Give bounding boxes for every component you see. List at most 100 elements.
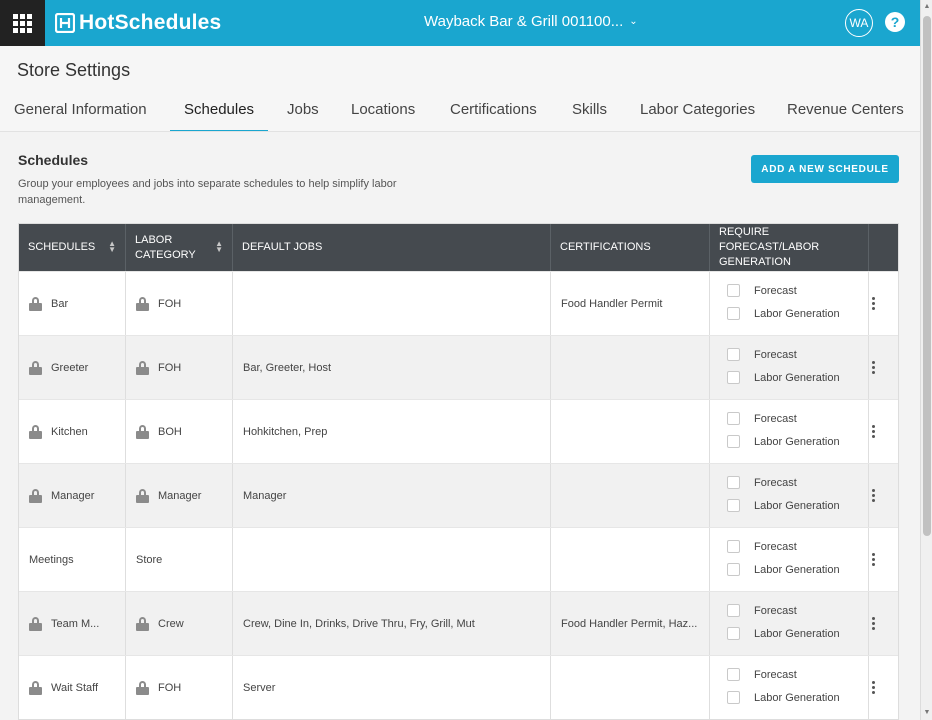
labor-category-name: Store <box>136 553 163 566</box>
labor-category-name: FOH <box>158 297 182 310</box>
labor-generation-checkbox[interactable] <box>727 435 740 448</box>
more-vertical-icon <box>863 616 883 631</box>
tab-general-information[interactable]: General Information <box>14 88 147 132</box>
header-labor-category[interactable]: LABOR CATEGORY ▲ ▼ <box>126 224 233 271</box>
help-icon[interactable]: ? <box>885 12 905 32</box>
schedule-name[interactable]: Wait Staff <box>51 682 98 694</box>
forecast-checkbox-row[interactable]: Forecast <box>727 604 797 617</box>
row-actions-button[interactable] <box>869 272 898 335</box>
cell-labor-category: Store <box>126 528 233 591</box>
lock-icon <box>29 296 42 311</box>
page-header: Store Settings General Information Sched… <box>0 46 920 132</box>
forecast-checkbox-row[interactable]: Forecast <box>727 540 797 553</box>
labor-generation-checkbox[interactable] <box>727 691 740 704</box>
forecast-checkbox-row[interactable]: Forecast <box>727 668 797 681</box>
labor-generation-checkbox-row[interactable]: Labor Generation <box>727 435 840 448</box>
default-jobs-text: Manager <box>243 489 287 502</box>
table-row[interactable]: Greeter FOH Bar, Greeter, Host Forecast Labo… <box>19 335 898 399</box>
cell-schedule: Team M... <box>19 592 126 655</box>
tab-certifications[interactable]: Certifications <box>450 88 537 132</box>
cell-certifications <box>551 336 710 399</box>
default-jobs-text: Hohkitchen, Prep <box>243 425 328 438</box>
forecast-checkbox-row[interactable]: Forecast <box>727 284 797 297</box>
cell-require-forecast: Forecast Labor Generation <box>710 272 869 335</box>
table-row[interactable]: Team M... Crew Crew, Dine In, Drinks, Driv… <box>19 591 898 655</box>
tab-skills[interactable]: Skills <box>572 88 607 132</box>
schedule-name[interactable]: Bar <box>51 298 68 310</box>
labor-generation-checkbox-row[interactable]: Labor Generation <box>727 499 840 512</box>
row-actions-button[interactable] <box>869 400 898 463</box>
cell-certifications <box>551 528 710 591</box>
table-row[interactable]: Kitchen BOH Hohkitchen, Prep Forecast Labor … <box>19 399 898 463</box>
default-jobs-text: Bar, Greeter, Host <box>243 361 332 374</box>
labor-generation-checkbox-row[interactable]: Labor Generation <box>727 627 840 640</box>
more-vertical-icon <box>863 360 883 375</box>
table-row[interactable]: Meetings Store Forecast Labor Generation <box>19 527 898 591</box>
scroll-down-arrow-icon[interactable]: ▼ <box>921 706 932 720</box>
lock-icon <box>29 360 42 375</box>
cell-certifications <box>551 464 710 527</box>
cell-labor-category: Crew <box>126 592 233 655</box>
schedule-name[interactable]: Meetings <box>29 554 74 566</box>
table-row[interactable]: Bar FOH Food Handler Permit Forecast Labor G… <box>19 271 898 335</box>
schedule-name[interactable]: Manager <box>51 490 94 502</box>
forecast-checkbox[interactable] <box>727 540 740 553</box>
labor-generation-checkbox-row[interactable]: Labor Generation <box>727 307 840 320</box>
add-schedule-button[interactable]: ADD A NEW SCHEDULE <box>751 155 899 183</box>
labor-generation-label: Labor Generation <box>754 307 840 320</box>
labor-generation-checkbox-row[interactable]: Labor Generation <box>727 371 840 384</box>
tab-revenue-centers[interactable]: Revenue Centers <box>787 88 904 132</box>
row-actions-button[interactable] <box>869 464 898 527</box>
row-actions-button[interactable] <box>869 528 898 591</box>
user-avatar[interactable]: WA <box>845 9 873 37</box>
apps-menu-button[interactable] <box>0 0 45 46</box>
labor-generation-checkbox[interactable] <box>727 371 740 384</box>
sort-icon: ▲ ▼ <box>215 239 223 254</box>
forecast-checkbox-row[interactable]: Forecast <box>727 476 797 489</box>
tab-labor-categories[interactable]: Labor Categories <box>640 88 755 132</box>
row-actions-button[interactable] <box>869 592 898 655</box>
forecast-checkbox-row[interactable]: Forecast <box>727 412 797 425</box>
forecast-checkbox-row[interactable]: Forecast <box>727 348 797 361</box>
lock-icon <box>29 424 42 439</box>
row-actions-button[interactable] <box>869 336 898 399</box>
row-actions-button[interactable] <box>869 656 898 719</box>
tab-locations[interactable]: Locations <box>351 88 415 132</box>
header-actions <box>869 224 898 271</box>
schedule-name[interactable]: Greeter <box>51 362 88 374</box>
cell-labor-category: FOH <box>126 272 233 335</box>
brand-logo[interactable]: HotSchedules <box>55 10 221 36</box>
tab-schedules[interactable]: Schedules <box>169 88 269 132</box>
chevron-down-icon: ⌄ <box>629 16 638 27</box>
forecast-checkbox[interactable] <box>727 348 740 361</box>
store-selector[interactable]: Wayback Bar & Grill 001100... ⌄ <box>424 13 638 30</box>
labor-generation-checkbox[interactable] <box>727 307 740 320</box>
page-scrollbar[interactable]: ▲ ▼ <box>920 0 932 720</box>
schedules-panel: Schedules Group your employees and jobs … <box>0 132 920 720</box>
labor-generation-checkbox-row[interactable]: Labor Generation <box>727 691 840 704</box>
table-row[interactable]: Wait Staff FOH Server Forecast Labor Generat… <box>19 655 898 719</box>
labor-generation-checkbox[interactable] <box>727 499 740 512</box>
forecast-checkbox[interactable] <box>727 476 740 489</box>
forecast-checkbox[interactable] <box>727 668 740 681</box>
table-row[interactable]: Manager Manager Manager Forecast Labor Gener… <box>19 463 898 527</box>
schedule-name[interactable]: Kitchen <box>51 426 88 438</box>
labor-generation-checkbox-row[interactable]: Labor Generation <box>727 563 840 576</box>
settings-tabs: General Information Schedules Jobs Locat… <box>0 88 920 132</box>
section-description: Group your employees and jobs into separ… <box>18 178 397 206</box>
scroll-up-arrow-icon[interactable]: ▲ <box>921 0 932 14</box>
scrollbar-thumb[interactable] <box>923 16 931 536</box>
tab-jobs[interactable]: Jobs <box>287 88 319 132</box>
forecast-checkbox[interactable] <box>727 412 740 425</box>
more-vertical-icon <box>863 488 883 503</box>
cell-default-jobs <box>233 272 551 335</box>
forecast-checkbox[interactable] <box>727 284 740 297</box>
forecast-label: Forecast <box>754 284 797 297</box>
header-schedules[interactable]: SCHEDULES ▲ ▼ <box>19 224 126 271</box>
schedule-name[interactable]: Team M... <box>51 618 99 630</box>
labor-generation-checkbox[interactable] <box>727 563 740 576</box>
cell-certifications <box>551 400 710 463</box>
sort-icon: ▲ ▼ <box>108 239 116 254</box>
labor-generation-checkbox[interactable] <box>727 627 740 640</box>
forecast-checkbox[interactable] <box>727 604 740 617</box>
